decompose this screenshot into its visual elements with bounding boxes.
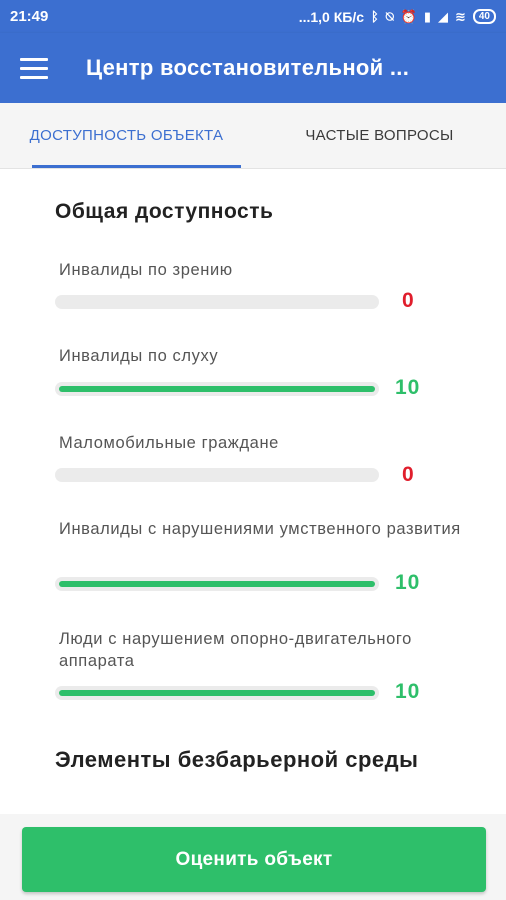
mute-icon: ⍉	[385, 9, 394, 24]
item-label-mobility: Маломобильные граждане	[59, 434, 279, 452]
progress-fill-musculoskeletal	[59, 690, 375, 696]
progress-bar-mobility	[55, 468, 379, 482]
score-musculoskeletal: 10	[395, 680, 421, 703]
bottom-bar: Оценить объект	[0, 814, 506, 900]
wifi-icon: ≋	[454, 9, 466, 24]
item-label-vision: Инвалиды по зрению	[59, 261, 233, 279]
section-title-general: Общая доступность	[55, 200, 274, 223]
signal-icon: ▮	[423, 9, 431, 24]
progress-bar-musculoskeletal	[55, 686, 379, 700]
progress-fill-mental	[59, 581, 375, 587]
rate-object-button[interactable]: Оценить объект	[22, 827, 486, 892]
app-bar: Центр восстановительной ...	[0, 33, 506, 103]
score-mental: 10	[395, 571, 421, 594]
alarm-icon: ⏰	[400, 9, 417, 24]
progress-bar-hearing	[55, 382, 379, 396]
status-icons: ...1,0 КБ/с ᛒ ⍉ ⏰ ▮ ◢ ≋ 40	[299, 9, 496, 25]
item-label-hearing: Инвалиды по слуху	[59, 347, 219, 365]
progress-bar-mental	[55, 577, 379, 591]
signal-icon-2: ◢	[437, 9, 448, 24]
tab-faq[interactable]: ЧАСТЫЕ ВОПРОСЫ	[253, 103, 506, 168]
bluetooth-icon: ᛒ	[371, 9, 379, 24]
status-bar: 21:49 ...1,0 КБ/с ᛒ ⍉ ⏰ ▮ ◢ ≋ 40	[0, 0, 506, 33]
score-vision: 0	[402, 289, 415, 312]
progress-fill-hearing	[59, 386, 375, 392]
battery-icon: 40	[472, 9, 496, 24]
status-time: 21:49	[10, 8, 49, 25]
score-mobility: 0	[402, 463, 415, 486]
item-label-musculoskeletal: Люди с нарушением опорно-двигательного а…	[59, 630, 412, 670]
app-title: Центр восстановительной ...	[86, 55, 410, 80]
progress-bar-vision	[55, 295, 379, 309]
section-title-elements: Элементы безбарьерной среды	[55, 747, 419, 772]
menu-icon[interactable]	[20, 46, 64, 90]
network-speed: ...1,0 КБ/с	[298, 8, 364, 25]
score-hearing: 10	[395, 376, 421, 399]
tab-bar: ДОСТУПНОСТЬ ОБЪЕКТА ЧАСТЫЕ ВОПРОСЫ	[0, 103, 506, 169]
tab-accessibility[interactable]: ДОСТУПНОСТЬ ОБЪЕКТА	[0, 103, 253, 168]
item-label-mental: Инвалиды с нарушениями умственного разви…	[59, 520, 461, 538]
